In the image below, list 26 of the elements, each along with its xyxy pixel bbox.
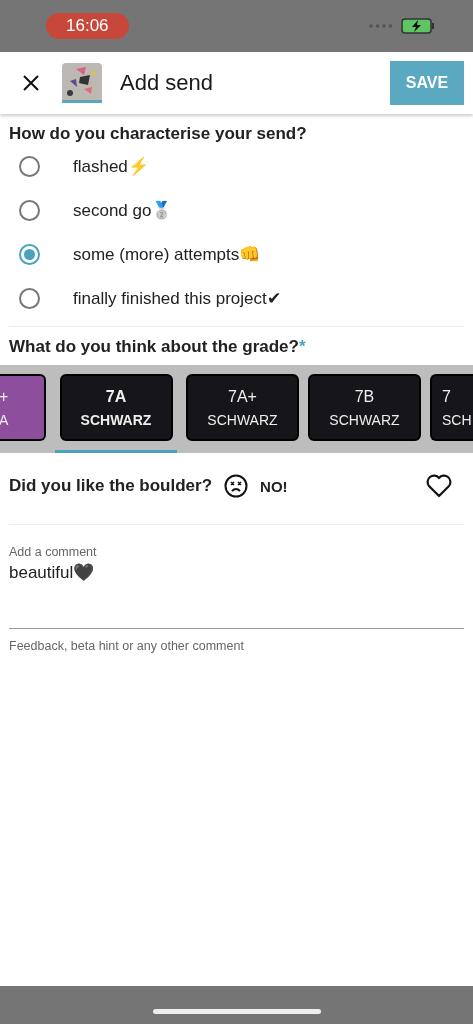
comment-field[interactable]: Add a comment beautiful🖤 [9, 525, 464, 629]
radio-button[interactable] [19, 199, 40, 221]
radio-button[interactable] [19, 243, 40, 265]
status-time: 16:06 [46, 13, 129, 39]
required-mark: * [298, 337, 306, 356]
answer-label: NO! [260, 477, 288, 495]
question-label: How do you characterise your send? [9, 124, 308, 144]
dizzy-face-icon [224, 474, 249, 498]
heart-icon[interactable] [426, 474, 452, 498]
grade-card[interactable]: 7B SCHWARZ [308, 374, 421, 441]
radio-button[interactable] [19, 287, 40, 309]
option-label[interactable]: finally finished this project✔ [73, 287, 281, 309]
radio-button[interactable] [19, 155, 40, 177]
signal-icon [369, 24, 393, 28]
question-label: What do you think about the grade? [9, 337, 299, 356]
option-label[interactable]: flashed⚡ [73, 155, 149, 177]
battery-charging-icon [401, 18, 435, 34]
option-label[interactable]: some (more) attempts👊 [73, 243, 261, 265]
grade-card[interactable]: 7A SCHWARZ [59, 374, 173, 441]
question-label: Did you like the boulder? [9, 476, 213, 496]
screen-title: Add send [120, 70, 213, 96]
close-icon[interactable] [23, 75, 39, 91]
helper-text: Feedback, beta hint or any other comment [9, 639, 245, 653]
option-label[interactable]: second go🥈 [73, 199, 173, 221]
grade-card[interactable]: 7 SCH [430, 374, 473, 441]
grade-card[interactable]: 7A+ SCHWARZ [186, 374, 299, 441]
